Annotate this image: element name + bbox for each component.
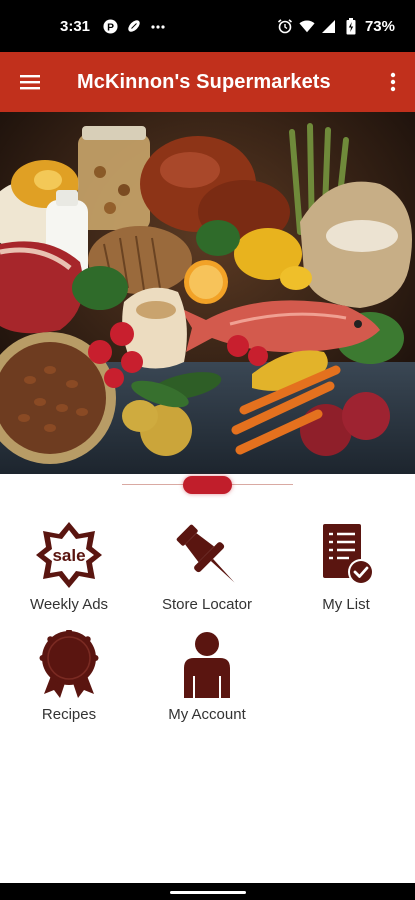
pager-track-left <box>122 484 184 485</box>
hero-groceries-image[interactable] <box>0 112 415 474</box>
cell-signal-icon <box>321 18 337 34</box>
checklist-icon <box>311 520 381 590</box>
svg-text:P: P <box>107 22 114 33</box>
recipes-label: Recipes <box>41 706 97 723</box>
person-icon <box>172 630 242 700</box>
battery-percent: 73% <box>364 17 395 35</box>
battery-charging-icon <box>343 17 359 34</box>
app-title: McKinnon's Supermarkets <box>77 70 331 93</box>
status-right: 73% <box>277 17 395 35</box>
sale-badge-icon: sale <box>34 520 104 590</box>
status-left: 3:31 P <box>60 18 166 35</box>
more-notifications-icon <box>150 18 166 34</box>
hamburger-menu-button[interactable] <box>0 52 60 112</box>
pager-active-indicator[interactable] <box>183 476 232 494</box>
weekly-ads-tile[interactable]: sale Weekly Ads <box>0 520 138 626</box>
recipes-tile[interactable]: Recipes <box>0 630 138 736</box>
push-pin-icon <box>172 520 242 590</box>
home-gesture-handle[interactable] <box>170 891 246 894</box>
weekly-ads-label: Weekly Ads <box>29 596 109 613</box>
my-account-tile[interactable]: My Account <box>138 630 276 736</box>
more-vertical-icon <box>390 72 396 92</box>
my-list-label: My List <box>322 596 370 613</box>
pager-track-right <box>231 484 293 485</box>
overflow-menu-button[interactable] <box>371 52 415 112</box>
carousel-pager <box>0 474 415 496</box>
system-navigation-bar <box>0 883 415 900</box>
status-bar: 3:31 P 73% <box>0 0 415 52</box>
football-notification-icon <box>126 18 142 34</box>
ribbon-award-icon <box>34 630 104 700</box>
store-locator-tile[interactable]: Store Locator <box>138 520 276 626</box>
status-time: 3:31 <box>60 17 91 35</box>
wifi-icon <box>299 18 315 34</box>
hamburger-icon <box>20 75 40 90</box>
store-locator-label: Store Locator <box>161 596 253 613</box>
my-list-tile[interactable]: My List <box>277 520 415 626</box>
my-account-label: My Account <box>168 706 246 723</box>
groceries-illustration <box>0 112 415 474</box>
sale-badge-text: sale <box>52 546 85 565</box>
alarm-icon <box>277 18 293 34</box>
parking-notification-icon: P <box>102 18 118 34</box>
app-bar: McKinnon's Supermarkets <box>0 52 415 112</box>
